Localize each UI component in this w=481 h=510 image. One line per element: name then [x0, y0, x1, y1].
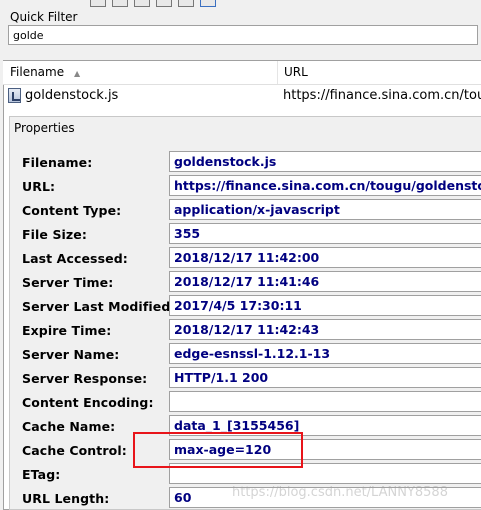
label-cache-control: Cache Control: — [22, 443, 127, 458]
label-etag: ETag: — [22, 467, 61, 482]
label-cache-name: Cache Name: — [22, 419, 116, 434]
label-url-length: URL Length: — [22, 491, 110, 506]
label-url: URL: — [22, 179, 56, 194]
info-icon[interactable] — [200, 0, 216, 7]
file-list-header: Filename ▲ URL — [3, 61, 481, 85]
label-server-name: Server Name: — [22, 347, 120, 362]
row-url: https://finance.sina.com.cn/tougu — [283, 88, 481, 103]
label-filename: Filename: — [22, 155, 93, 170]
label-server-time: Server Time: — [22, 275, 114, 290]
properties-icon[interactable] — [134, 0, 150, 7]
quick-filter-input[interactable]: golde — [8, 25, 478, 45]
value-file-size[interactable]: 355 — [169, 223, 481, 244]
save-icon[interactable] — [90, 0, 106, 7]
watermark: https://blog.csdn.net/LANNY8588 — [232, 485, 448, 500]
sort-indicator-icon: ▲ — [74, 69, 81, 78]
label-server-response: Server Response: — [22, 371, 148, 386]
properties-title: Properties — [14, 121, 75, 135]
value-server-time[interactable]: 2018/12/17 11:41:46 — [169, 271, 481, 292]
label-expire-time: Expire Time: — [22, 323, 112, 338]
label-file-size: File Size: — [22, 227, 87, 242]
value-last-accessed[interactable]: 2018/12/17 11:42:00 — [169, 247, 481, 268]
value-server-last-modified[interactable]: 2017/4/5 17:30:11 — [169, 295, 481, 316]
quick-filter-label: Quick Filter — [10, 10, 78, 24]
options-icon[interactable] — [178, 0, 194, 7]
value-filename[interactable]: goldenstock.js — [169, 151, 481, 172]
label-content-type: Content Type: — [22, 203, 122, 218]
toolbar — [0, 0, 481, 8]
column-header-filename[interactable]: Filename — [10, 61, 64, 84]
value-expire-time[interactable]: 2018/12/17 11:42:43 — [169, 319, 481, 340]
column-header-url[interactable]: URL — [284, 61, 308, 84]
label-last-accessed: Last Accessed: — [22, 251, 128, 266]
refresh-icon[interactable] — [156, 0, 172, 7]
label-content-encoding: Content Encoding: — [22, 395, 154, 410]
value-server-name[interactable]: edge-esnssl-1.12.1-13 — [169, 343, 481, 364]
row-filename: goldenstock.js — [25, 88, 119, 103]
copy-icon[interactable] — [112, 0, 128, 7]
highlight-annotation — [133, 432, 303, 468]
value-url[interactable]: https://finance.sina.com.cn/tougu/golden… — [169, 175, 481, 196]
column-separator[interactable] — [277, 61, 278, 84]
table-row[interactable]: goldenstock.js https://finance.sina.com.… — [3, 86, 481, 106]
value-content-encoding[interactable] — [169, 391, 481, 412]
value-content-type[interactable]: application/x-javascript — [169, 199, 481, 220]
script-file-icon — [8, 88, 21, 103]
label-server-last-modified: Server Last Modified: — [22, 299, 176, 314]
value-server-response[interactable]: HTTP/1.1 200 — [169, 367, 481, 388]
